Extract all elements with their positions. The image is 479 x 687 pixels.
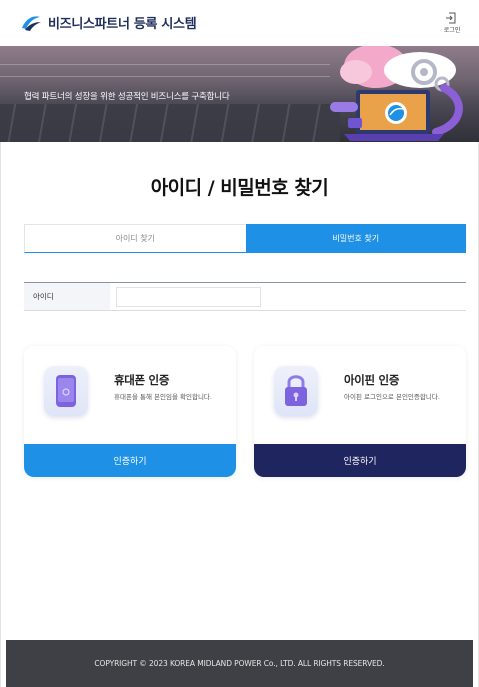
lock-icon (274, 366, 318, 416)
id-input[interactable] (116, 286, 261, 307)
logo-swoosh-icon (20, 14, 42, 32)
id-form-row: 아이디 (24, 282, 466, 311)
header: 비즈니스파트너 등록 시스템 로그인 (0, 0, 479, 46)
banner-laptop-illustration (330, 46, 463, 141)
tab-find-password[interactable]: 비밀번호 찾기 (245, 224, 466, 253)
hero-banner: 협력 파트너의 성장을 위한 성공적인 비즈니스를 구축합니다 (0, 46, 479, 142)
banner-text: 협력 파트너의 성장을 위한 성공적인 비즈니스를 구축합니다 (24, 92, 230, 102)
login-label: 로그인 (443, 27, 461, 34)
login-icon (445, 10, 459, 24)
tab-find-id[interactable]: 아이디 찾기 (24, 224, 246, 253)
ipin-card-title: 아이핀 인증 (344, 373, 400, 387)
footer-copyright: COPYRIGHT © 2023 KOREA MIDLAND POWER Co.… (94, 659, 385, 668)
find-tabs: 아이디 찾기 비밀번호 찾기 (24, 224, 466, 253)
ipin-verification-card: 아이핀 인증 아이핀 로그인으로 본인인증합니다. 인증하기 (254, 346, 466, 477)
banner-line (0, 64, 330, 65)
phone-card-title: 휴대폰 인증 (114, 373, 170, 387)
login-button[interactable]: 로그인 (439, 10, 465, 34)
phone-verification-card: 휴대폰 인증 휴대폰을 통해 본인임을 확인합니다. 인증하기 (24, 346, 236, 477)
banner-line (0, 76, 330, 77)
app-title: 비즈니스파트너 등록 시스템 (48, 17, 197, 32)
page-title: 아이디 / 비밀번호 찾기 (150, 177, 329, 199)
ipin-verify-button[interactable]: 인증하기 (254, 444, 466, 477)
phone-icon (44, 366, 88, 416)
phone-verify-button[interactable]: 인증하기 (24, 444, 236, 477)
footer: COPYRIGHT © 2023 KOREA MIDLAND POWER Co.… (6, 640, 473, 687)
id-label: 아이디 (24, 283, 110, 310)
id-input-wrap (110, 283, 466, 310)
phone-card-description: 휴대폰을 통해 본인임을 확인합니다. (114, 393, 212, 401)
ipin-card-description: 아이핀 로그인으로 본인인증합니다. (344, 393, 440, 401)
banner-road-image (0, 104, 340, 142)
site-logo[interactable]: 비즈니스파트너 등록 시스템 (20, 13, 197, 32)
